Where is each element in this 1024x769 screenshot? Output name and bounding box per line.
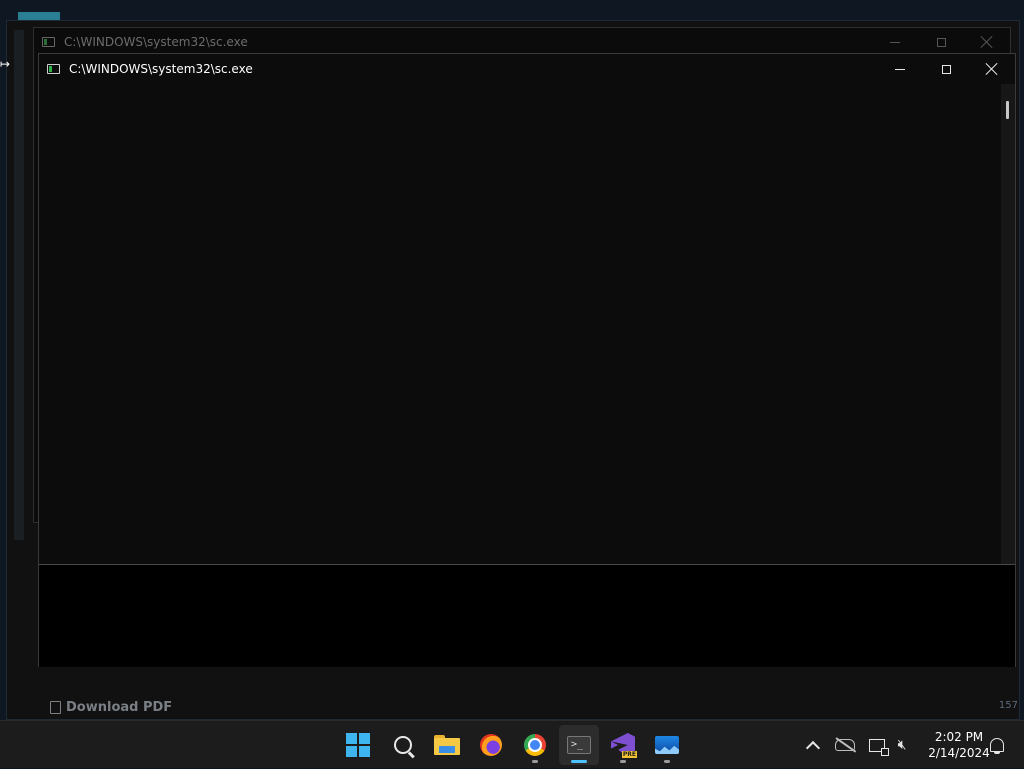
vertical-scrollbar[interactable]	[1001, 84, 1015, 564]
taskbar-file-explorer[interactable]	[427, 725, 467, 765]
resize-cursor-icon: ↦	[0, 57, 11, 71]
preview-badge: PRE	[621, 751, 637, 758]
scrollbar-thumb[interactable]	[1006, 101, 1009, 119]
window-titlebar[interactable]: C:\WINDOWS\system32\sc.exe	[34, 28, 1010, 56]
running-indicator	[620, 760, 626, 763]
network-icon	[869, 738, 889, 756]
cloud-offline-icon	[835, 739, 855, 751]
volume-tray-button[interactable]: 🔇︎	[890, 721, 914, 769]
windows-start-icon	[346, 733, 370, 757]
window-titlebar[interactable]: C:\WINDOWS\system32\sc.exe	[39, 54, 1015, 84]
console-window[interactable]: C:\WINDOWS\system32\sc.exe	[38, 53, 1016, 667]
background-page-number: 157	[998, 700, 1018, 711]
network-tray-button[interactable]	[864, 721, 890, 769]
caption-buttons	[877, 54, 1015, 84]
folder-icon	[434, 735, 460, 755]
taskbar-monitor-app[interactable]	[647, 725, 687, 765]
background-download-pdf-label: Download PDF	[66, 699, 173, 715]
console-lower-pane	[39, 564, 1015, 667]
running-indicator	[532, 760, 538, 763]
console-output-area[interactable]	[39, 84, 1001, 564]
chevron-up-icon	[805, 740, 821, 755]
notifications-button[interactable]	[984, 721, 1010, 769]
taskbar-start-button[interactable]	[338, 725, 378, 765]
console-app-icon	[42, 37, 55, 47]
taskbar-search-button[interactable]	[383, 725, 423, 765]
taskbar-visual-studio[interactable]: PRE	[603, 725, 643, 765]
close-icon	[981, 36, 993, 48]
minimize-button[interactable]	[877, 54, 923, 84]
maximize-icon	[936, 37, 946, 47]
document-icon	[50, 700, 61, 714]
minimize-button[interactable]	[872, 28, 918, 56]
window-title: C:\WINDOWS\system32\sc.exe	[69, 62, 253, 76]
maximize-button[interactable]	[918, 28, 964, 56]
taskbar: >_ PRE 🔇︎ 2:02 PM 2/14/2024	[0, 720, 1024, 768]
search-icon	[394, 736, 412, 754]
onedrive-tray-button[interactable]	[832, 721, 858, 769]
volume-muted-icon: 🔇︎	[897, 737, 907, 753]
close-icon	[986, 63, 998, 75]
maximize-button[interactable]	[923, 54, 969, 84]
close-button[interactable]	[969, 54, 1015, 84]
taskbar-firefox[interactable]	[471, 725, 511, 765]
background-download-pdf-button[interactable]: Download PDF	[50, 698, 172, 716]
bell-icon	[990, 738, 1004, 754]
maximize-icon	[941, 64, 951, 74]
chrome-icon	[524, 734, 546, 756]
minimize-icon	[895, 68, 905, 70]
monitor-icon	[655, 736, 679, 754]
show-hidden-icons-button[interactable]	[800, 721, 826, 769]
taskbar-terminal[interactable]: >_	[559, 725, 599, 765]
minimize-icon	[890, 41, 900, 43]
caption-buttons	[872, 28, 1010, 56]
terminal-icon: >_	[567, 736, 591, 754]
active-indicator	[571, 760, 587, 763]
console-app-icon	[47, 64, 60, 74]
taskbar-chrome[interactable]	[515, 725, 555, 765]
background-app-sidebar	[14, 30, 24, 540]
desktop: ↦ Download PDF 157 C:\WINDOWS\system32\s…	[0, 0, 1024, 720]
firefox-icon	[480, 734, 502, 756]
close-button[interactable]	[964, 28, 1010, 56]
window-title: C:\WINDOWS\system32\sc.exe	[64, 35, 248, 49]
running-indicator	[664, 760, 670, 763]
